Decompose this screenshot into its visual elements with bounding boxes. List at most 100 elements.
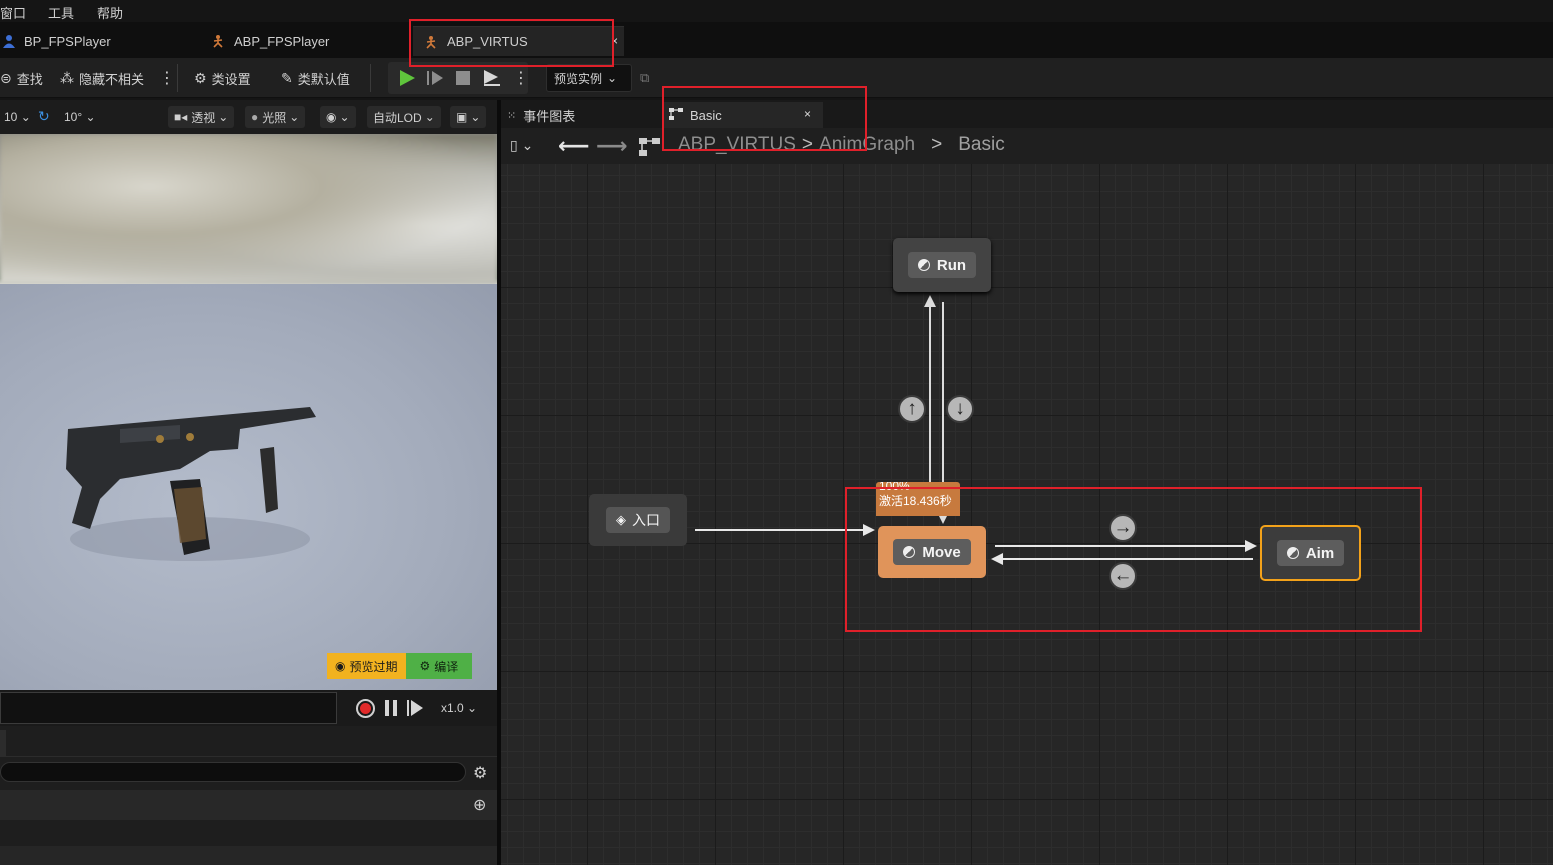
- background-environment: [0, 134, 497, 284]
- event-graph-icon: ⁙: [507, 109, 517, 122]
- step-forward-button[interactable]: [406, 699, 424, 720]
- state-machine-icon: [639, 138, 661, 159]
- tab-event-graph[interactable]: ⁙ 事件图表: [507, 102, 575, 128]
- breadcrumb-item-basic[interactable]: Basic: [958, 134, 1004, 156]
- entry-pill: ◈ 入口: [606, 507, 670, 533]
- tab-label: ABP_FPSPlayer: [234, 33, 330, 49]
- step-forward-icon: [407, 700, 423, 716]
- camera-icon: ■◂: [174, 110, 188, 124]
- details-search-input[interactable]: [0, 762, 466, 782]
- debug-filter-icon[interactable]: ⧉: [640, 66, 649, 90]
- show-dropdown[interactable]: ◉ ⌄: [320, 106, 356, 128]
- gear-icon: ⚙: [419, 659, 431, 673]
- breadcrumb: ▯ ⌄ ⟵ ⟶ ABP_VIRTUS > AnimGraph > Basic: [501, 128, 1553, 164]
- class-settings-button[interactable]: ⚙ 类设置: [194, 66, 251, 90]
- search-icon: ⊜: [0, 69, 12, 86]
- preview-instance-dropdown[interactable]: 预览实例 ⌄: [546, 64, 632, 92]
- chevron-down-icon: ⌄: [470, 110, 481, 124]
- pause-button[interactable]: [384, 699, 398, 720]
- menu-tools[interactable]: 工具: [48, 3, 74, 22]
- state-name: Run: [936, 256, 967, 274]
- details-panel: ⚙ ⊕: [0, 726, 497, 865]
- compile-label: 编译: [434, 659, 459, 674]
- anim-blueprint-icon: [212, 34, 226, 48]
- state-pill: Run: [907, 252, 977, 278]
- arrow-up-icon: ↑: [907, 398, 917, 419]
- eye-icon: ◉: [326, 110, 337, 124]
- preview-outdated-label: 预览过期: [349, 659, 398, 674]
- pause-icon: [385, 700, 397, 716]
- find-button[interactable]: ⊜ 查找: [0, 66, 43, 90]
- lod-label: 自动LOD: [373, 110, 422, 125]
- highlight-box-graph-tab: [662, 86, 867, 151]
- light-sphere-icon: ●: [251, 110, 259, 124]
- transition-rule-move-to-run[interactable]: ↑: [898, 395, 926, 423]
- menu-help[interactable]: 帮助: [97, 3, 123, 22]
- timeline-scrubber[interactable]: [0, 692, 337, 724]
- menu-window[interactable]: 窗口: [0, 3, 26, 22]
- hide-unrelated-button[interactable]: ⁂ 隐藏不相关: [60, 66, 144, 90]
- add-circle-icon[interactable]: ⊕: [473, 795, 486, 815]
- forward-arrow-icon[interactable]: ⟶: [596, 133, 628, 159]
- nodes-eye-icon: ⁂: [60, 69, 74, 86]
- grid-snap-value[interactable]: 10 ⌄: [4, 110, 31, 124]
- play-icon: [400, 70, 415, 86]
- lod-dropdown[interactable]: 自动LOD ⌄: [367, 106, 441, 128]
- record-button[interactable]: [356, 699, 375, 718]
- settings-gear-icon[interactable]: ⚙: [473, 763, 487, 783]
- step-icon: [427, 71, 443, 85]
- lighting-dropdown[interactable]: ● 光照 ⌄: [245, 106, 306, 128]
- animation-playbar: x1.0 ⌄: [0, 690, 497, 726]
- entry-node[interactable]: ◈ 入口: [589, 494, 687, 546]
- status-badges: ◉ 预览过期 ⚙ 编译: [327, 653, 473, 679]
- menu-bar: 窗口 工具 帮助: [0, 0, 1553, 22]
- chevron-down-icon: ⌄: [218, 110, 229, 124]
- play-button[interactable]: [398, 66, 416, 90]
- step-button[interactable]: [426, 66, 444, 90]
- back-arrow-icon[interactable]: ⟵: [558, 133, 590, 159]
- stop-button[interactable]: [455, 66, 471, 90]
- toolbar-divider: [370, 64, 371, 92]
- transition-rule-run-to-move[interactable]: ↓: [946, 395, 974, 423]
- preview-outdated-badge[interactable]: ◉ 预览过期: [327, 653, 406, 679]
- edit-icon: ✎: [281, 69, 293, 86]
- character-icon: [2, 34, 16, 48]
- panel-tab[interactable]: [0, 730, 6, 756]
- arrow-down-icon: ↓: [955, 398, 965, 419]
- record-icon: [360, 703, 371, 714]
- tab-label: 事件图表: [523, 108, 576, 124]
- highlight-box-states: [845, 487, 1422, 632]
- find-label: 查找: [16, 71, 43, 87]
- viewport-toolbar: 10 ⌄ ↻ 10° ⌄ ■◂ 透视 ⌄ ● 光照 ⌄ ◉ ⌄ 自动LOD ⌄ …: [0, 100, 497, 134]
- preview-instance-label: 预览实例: [554, 71, 603, 86]
- details-row: [0, 846, 497, 865]
- more-options-icon[interactable]: ⋮: [159, 66, 175, 90]
- gear-icon: ⚙: [194, 69, 207, 86]
- rotate-snap-icon[interactable]: ↻: [38, 108, 50, 125]
- details-row: ⊕: [0, 790, 497, 820]
- playback-speed-dropdown[interactable]: x1.0 ⌄: [441, 701, 477, 715]
- eject-button[interactable]: [482, 66, 502, 90]
- chevron-down-icon: ⌄: [607, 71, 618, 85]
- compile-button[interactable]: ⚙ 编译: [405, 653, 473, 679]
- weapon-mesh: [66, 407, 316, 561]
- screenshot-dropdown[interactable]: ▣ ⌄: [450, 106, 487, 128]
- perspective-dropdown[interactable]: ■◂ 透视 ⌄: [168, 106, 235, 128]
- tab-bp-fpsplayer[interactable]: BP_FPSPlayer: [0, 26, 200, 56]
- state-node-run[interactable]: Run: [893, 238, 991, 292]
- play-options-icon[interactable]: ⋮: [513, 66, 529, 90]
- playback-speed-label: x1.0: [441, 701, 464, 715]
- class-defaults-button[interactable]: ✎ 类默认值: [281, 66, 350, 90]
- preview-viewport[interactable]: ◉ 预览过期 ⚙ 编译: [0, 134, 497, 690]
- lighting-label: 光照: [262, 110, 287, 125]
- rotate-snap-value[interactable]: 10° ⌄: [64, 110, 96, 124]
- class-settings-label: 类设置: [211, 71, 251, 87]
- hide-unrelated-label: 隐藏不相关: [79, 71, 145, 87]
- image-icon: ▣: [456, 110, 468, 124]
- stop-icon: [456, 71, 470, 85]
- bookmark-dropdown[interactable]: ▯ ⌄: [510, 137, 533, 154]
- tab-abp-fpsplayer[interactable]: ABP_FPSPlayer: [212, 26, 408, 56]
- entry-diamond-icon: ◈: [616, 512, 626, 527]
- highlight-box-tab: [409, 19, 614, 67]
- class-defaults-label: 类默认值: [297, 71, 350, 87]
